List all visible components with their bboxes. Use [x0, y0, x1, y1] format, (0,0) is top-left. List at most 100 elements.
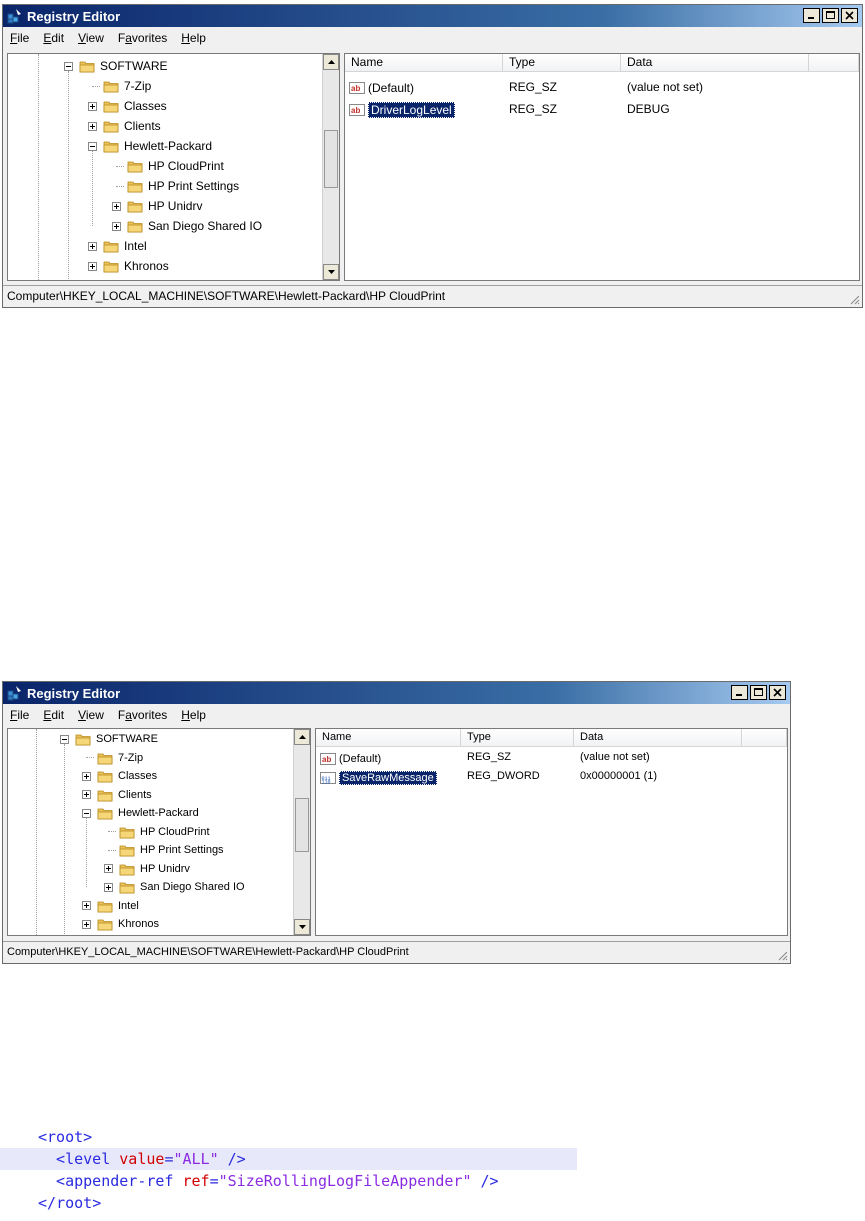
- tree-item-khronos[interactable]: Khronos: [82, 915, 159, 934]
- menu-view[interactable]: View: [71, 31, 111, 45]
- column-header-data[interactable]: Data: [621, 54, 809, 72]
- expand-icon[interactable]: [82, 901, 91, 911]
- expand-icon[interactable]: [82, 919, 91, 929]
- tree-item-intel[interactable]: Intel: [88, 236, 147, 256]
- scroll-thumb[interactable]: [295, 798, 309, 852]
- code-token-attr: ref: [182, 1172, 210, 1190]
- tree-item-hp-print-settings[interactable]: HP Print Settings: [112, 176, 239, 196]
- expand-icon[interactable]: [112, 221, 121, 231]
- registry-values-list[interactable]: Name Type Data ab (Default) REG_SZ (value not …: [315, 728, 788, 936]
- expand-icon[interactable]: [82, 790, 91, 800]
- tree-item-7-zip[interactable]: 7-Zip: [82, 749, 143, 768]
- column-header-type[interactable]: Type: [503, 54, 621, 72]
- column-header-name[interactable]: Name: [316, 729, 461, 747]
- tree-item-hewlett-packard[interactable]: Hewlett-Packard: [88, 136, 212, 156]
- tree-connector: [104, 846, 116, 855]
- value-name-cell[interactable]: ab (Default): [320, 751, 381, 767]
- value-row[interactable]: 011 110 SaveRawMessage REG_DWORD 0x00000001 …: [316, 768, 787, 788]
- folder-icon: [119, 827, 135, 839]
- tree-item-hp-cloudprint[interactable]: HP CloudPrint: [104, 823, 210, 842]
- tree-item-san-diego-shared-io[interactable]: San Diego Shared IO: [112, 216, 262, 236]
- scroll-down-button[interactable]: [323, 264, 339, 280]
- tree-item-classes[interactable]: Classes: [88, 96, 167, 116]
- code-token-attr: value: [119, 1150, 165, 1168]
- minimize-button[interactable]: [803, 8, 820, 23]
- tree-item-7-zip[interactable]: 7-Zip: [88, 76, 151, 96]
- expand-icon[interactable]: [112, 201, 121, 211]
- resize-grip-icon[interactable]: [848, 293, 860, 305]
- scroll-up-button[interactable]: [323, 54, 339, 70]
- menu-edit[interactable]: Edit: [36, 31, 71, 45]
- tree-item-hp-unidrv[interactable]: HP Unidrv: [104, 860, 190, 879]
- menu-help[interactable]: Help: [174, 31, 213, 45]
- value-row[interactable]: ab DriverLogLevel REG_SZ DEBUG: [345, 100, 859, 120]
- tree-item-software[interactable]: SOFTWARE: [64, 56, 168, 76]
- tree-guide-line: [86, 818, 87, 888]
- scroll-down-button[interactable]: [294, 919, 310, 935]
- tree-item-hp-print-settings[interactable]: HP Print Settings: [104, 841, 224, 860]
- minimize-button[interactable]: [731, 685, 748, 700]
- title-bar[interactable]: Registry Editor: [3, 682, 790, 704]
- collapse-icon[interactable]: [88, 141, 97, 151]
- svg-text:110: 110: [322, 780, 331, 786]
- tree-item-label: Intel: [118, 899, 139, 912]
- expand-icon[interactable]: [88, 121, 97, 131]
- collapse-icon[interactable]: [82, 808, 91, 818]
- maximize-button[interactable]: [750, 685, 767, 700]
- collapse-icon[interactable]: [60, 734, 69, 744]
- registry-key-tree[interactable]: SOFTWARE 7-Zip Classes Clients Hewlett-Packa…: [7, 728, 311, 936]
- tree-item-san-diego-shared-io[interactable]: San Diego Shared IO: [104, 878, 245, 897]
- menu-help[interactable]: Help: [174, 708, 213, 722]
- tree-item-hp-unidrv[interactable]: HP Unidrv: [112, 196, 202, 216]
- menu-edit[interactable]: Edit: [36, 708, 71, 722]
- menu-file[interactable]: File: [3, 31, 36, 45]
- title-bar[interactable]: Registry Editor: [3, 5, 862, 27]
- folder-icon: [119, 864, 135, 876]
- tree-item-clients[interactable]: Clients: [88, 116, 161, 136]
- tree-item-classes[interactable]: Classes: [82, 767, 157, 786]
- menu-favorites[interactable]: Favorites: [111, 708, 174, 722]
- expand-icon[interactable]: [104, 864, 113, 874]
- close-button[interactable]: [841, 8, 858, 23]
- tree-item-intel[interactable]: Intel: [82, 897, 139, 916]
- expand-icon[interactable]: [104, 882, 113, 892]
- code-token-punct: />: [471, 1172, 499, 1190]
- registry-values-list[interactable]: Name Type Data ab (Default) REG_SZ (value not …: [344, 53, 860, 281]
- close-button[interactable]: [769, 685, 786, 700]
- value-type: REG_SZ: [509, 102, 558, 116]
- expand-icon[interactable]: [82, 771, 91, 781]
- tree-vertical-scrollbar[interactable]: [293, 729, 310, 935]
- value-name-cell[interactable]: 011 110 SaveRawMessage: [320, 770, 437, 786]
- tree-item-khronos[interactable]: Khronos: [88, 256, 169, 276]
- tree-item-label: HP Print Settings: [148, 179, 240, 193]
- scroll-thumb[interactable]: [324, 130, 338, 188]
- value-row[interactable]: ab (Default) REG_SZ (value not set): [345, 78, 859, 98]
- registry-key-tree[interactable]: SOFTWARE 7-Zip Classes Clients Hewlett-Packa…: [7, 53, 340, 281]
- tree-item-clients[interactable]: Clients: [82, 786, 152, 805]
- tree-item-hewlett-packard[interactable]: Hewlett-Packard: [82, 804, 199, 823]
- value-row[interactable]: ab (Default) REG_SZ (value not set): [316, 749, 787, 769]
- folder-icon: [127, 181, 143, 193]
- column-header-name[interactable]: Name: [345, 54, 503, 72]
- tree-item-label: HP Print Settings: [140, 844, 224, 857]
- expand-icon[interactable]: [88, 101, 97, 111]
- tree-vertical-scrollbar[interactable]: [322, 54, 339, 280]
- resize-grip-icon[interactable]: [776, 949, 788, 961]
- scroll-up-button[interactable]: [294, 729, 310, 745]
- value-name-cell[interactable]: ab DriverLogLevel: [349, 102, 455, 118]
- menu-file[interactable]: File: [3, 708, 36, 722]
- tree-item-hp-cloudprint[interactable]: HP CloudPrint: [112, 156, 224, 176]
- registry-editor-icon: [7, 686, 21, 701]
- collapse-icon[interactable]: [64, 61, 73, 71]
- tree-item-label: Classes: [124, 99, 167, 113]
- menu-favorites[interactable]: Favorites: [111, 31, 174, 45]
- column-header-type[interactable]: Type: [461, 729, 574, 747]
- maximize-button[interactable]: [822, 8, 839, 23]
- minimize-icon: [736, 694, 742, 696]
- tree-item-software[interactable]: SOFTWARE: [60, 730, 158, 749]
- expand-icon[interactable]: [88, 241, 97, 251]
- column-header-data[interactable]: Data: [574, 729, 742, 747]
- expand-icon[interactable]: [88, 261, 97, 271]
- menu-view[interactable]: View: [71, 708, 111, 722]
- value-name-cell[interactable]: ab (Default): [349, 80, 414, 96]
